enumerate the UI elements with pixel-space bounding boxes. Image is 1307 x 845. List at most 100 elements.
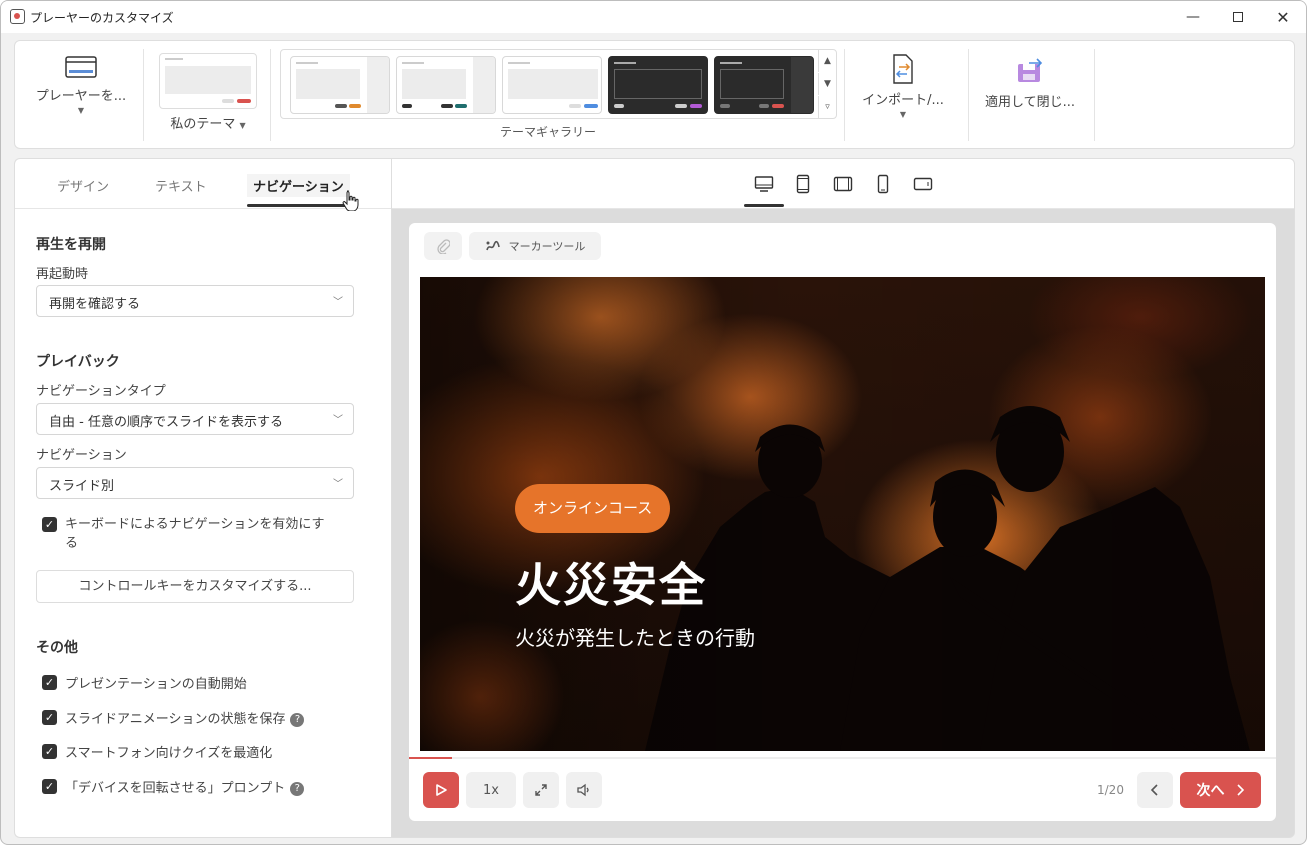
help-icon[interactable]: ? <box>290 712 305 727</box>
theme-thumbnail[interactable] <box>608 56 708 114</box>
save-animation-row: スライドアニメーションの状態を保存? <box>65 708 305 727</box>
next-button[interactable]: 次へ <box>1180 772 1261 808</box>
marker-icon <box>485 240 500 251</box>
chevron-down-icon: ▼ <box>239 121 246 130</box>
chevron-right-icon <box>1236 784 1244 796</box>
theme-thumbnail[interactable] <box>290 56 390 114</box>
chevron-down-icon: ﹀ <box>333 479 343 490</box>
import-export-icon <box>893 54 913 84</box>
hand-cursor-icon <box>342 190 359 211</box>
theme-thumbnail[interactable] <box>502 56 602 114</box>
gallery-scroll-up[interactable]: ▲ <box>818 50 836 72</box>
ribbon-toolbar: プレーヤーを... ▼ 私のテーマ ▼ ▲ ▼ ▿ テーマギャラリー インポート… <box>14 40 1295 149</box>
playback-speed-button[interactable]: 1x <box>466 772 516 808</box>
customize-keys-button[interactable]: コントロールキーをカスタマイズする... <box>36 570 354 603</box>
navigation-label: ナビゲーション <box>36 448 127 463</box>
marker-tool-button[interactable]: マーカーツール <box>469 232 601 260</box>
rotate-prompt-row: 「デバイスを回転させる」プロンプト? <box>65 777 305 796</box>
auto-start-checkbox[interactable]: ✓ <box>42 675 57 690</box>
help-icon[interactable]: ? <box>290 781 305 796</box>
gallery-scroll-down[interactable]: ▼ <box>818 73 836 95</box>
tab-design[interactable]: デザイン <box>57 176 109 195</box>
slide-canvas: オンラインコース 火災安全 火災が発生したときの行動 <box>420 277 1265 751</box>
settings-panel: デザイン テキスト ナビゲーション 再生を再開 再起動時 再開を確認する ﹀ プ… <box>14 158 391 838</box>
marker-tool-label: マーカーツール <box>508 240 586 253</box>
gallery-expand[interactable]: ▿ <box>818 96 836 118</box>
resume-section-title: 再生を再開 <box>36 237 106 253</box>
volume-button[interactable] <box>566 772 602 808</box>
keyboard-nav-label: キーボードによるナビゲーションを有効にする <box>65 517 325 551</box>
expand-icon <box>535 784 547 796</box>
navigation-select[interactable]: スライド別 ﹀ <box>36 467 354 499</box>
divider <box>143 49 144 141</box>
tablet-landscape-icon[interactable] <box>833 174 853 194</box>
active-tab-indicator <box>247 204 355 207</box>
rotate-prompt-checkbox[interactable]: ✓ <box>42 779 57 794</box>
chevron-down-icon: ﹀ <box>333 297 343 308</box>
theme-gallery-label: テーマギャラリー <box>500 125 597 139</box>
theme-thumbnail[interactable] <box>714 56 814 114</box>
navigation-select-value: スライド別 <box>49 479 115 494</box>
chevron-down-icon: ▼ <box>899 110 907 119</box>
restart-select[interactable]: 再開を確認する ﹀ <box>36 285 354 317</box>
progress-bar[interactable] <box>409 757 1276 759</box>
title-bar: プレーヤーのカスタマイズ — ✕ <box>1 1 1306 33</box>
playback-section-title: プレイバック <box>36 354 120 370</box>
phone-portrait-icon[interactable] <box>873 174 893 194</box>
slide-counter: 1/20 <box>1097 783 1124 797</box>
restart-label: 再起動時 <box>36 267 89 282</box>
previous-button[interactable] <box>1137 772 1173 808</box>
tab-text[interactable]: テキスト <box>155 176 207 195</box>
active-device-indicator <box>744 204 784 207</box>
import-button-label: インポート/... <box>862 93 944 108</box>
apply-and-close-button[interactable]: 適用して閉じ... <box>977 55 1083 110</box>
slide-title: 火災安全 <box>515 558 707 612</box>
save-animation-checkbox[interactable]: ✓ <box>42 710 57 725</box>
volume-icon <box>577 783 589 797</box>
player-button-label: プレーヤーを... <box>35 89 127 104</box>
tab-navigation[interactable]: ナビゲーション <box>247 174 350 197</box>
play-icon <box>436 784 447 796</box>
auto-start-label: プレゼンテーションの自動開始 <box>65 677 247 692</box>
nav-type-select-value: 自由 - 任意の順序でスライドを表示する <box>49 415 283 430</box>
theme-thumbnail[interactable] <box>396 56 496 114</box>
course-badge: オンラインコース <box>515 484 671 533</box>
save-animation-label: スライドアニメーションの状態を保存 <box>65 712 286 727</box>
slide-subtitle: 火災が発生したときの行動 <box>515 626 755 650</box>
divider <box>270 49 271 141</box>
play-button[interactable] <box>423 772 459 808</box>
player-button[interactable]: プレーヤーを... ▼ <box>29 55 133 115</box>
optimize-quiz-checkbox[interactable]: ✓ <box>42 744 57 759</box>
nav-type-label: ナビゲーションタイプ <box>36 384 166 399</box>
fullscreen-button[interactable] <box>523 772 559 808</box>
nav-type-select[interactable]: 自由 - 任意の順序でスライドを表示する ﹀ <box>36 403 354 435</box>
save-close-icon <box>1018 58 1043 82</box>
minimize-button[interactable]: — <box>1177 5 1209 29</box>
desktop-icon[interactable] <box>754 174 774 194</box>
my-theme-dropdown[interactable]: 私のテーマ ▼ <box>159 113 257 132</box>
keyboard-nav-checkbox[interactable]: ✓ <box>42 517 57 532</box>
chevron-down-icon: ﹀ <box>333 415 343 426</box>
rotate-prompt-label: 「デバイスを回転させる」プロンプト <box>65 781 286 796</box>
paperclip-icon <box>437 239 450 254</box>
slide-preview: マーカーツール オンラインコース 火災安全 火災が発生したときの行動 1x 1/… <box>409 223 1276 821</box>
theme-gallery: ▲ ▼ ▿ <box>280 49 837 119</box>
divider <box>844 49 845 141</box>
progress-fill <box>409 757 453 759</box>
import-button[interactable]: インポート/... ▼ <box>853 53 953 119</box>
phone-landscape-icon[interactable] <box>913 174 933 194</box>
chevron-left-icon <box>1150 784 1158 796</box>
my-theme-label: 私のテーマ <box>170 117 236 132</box>
restart-select-value: 再開を確認する <box>49 297 141 312</box>
divider <box>968 49 969 141</box>
my-theme-thumbnail[interactable] <box>159 53 257 109</box>
maximize-button[interactable] <box>1222 5 1254 29</box>
attachment-button[interactable] <box>424 232 462 260</box>
close-button[interactable]: ✕ <box>1267 5 1299 29</box>
tablet-portrait-icon[interactable] <box>793 174 813 194</box>
divider <box>1094 49 1095 141</box>
chevron-down-icon: ▼ <box>77 106 85 115</box>
preview-panel: マーカーツール オンラインコース 火災安全 火災が発生したときの行動 1x 1/… <box>391 158 1295 838</box>
player-customize-window: プレーヤーのカスタマイズ — ✕ プレーヤーを... ▼ 私のテーマ ▼ ▲ ▼… <box>0 0 1307 845</box>
device-toolbar <box>392 159 1294 209</box>
